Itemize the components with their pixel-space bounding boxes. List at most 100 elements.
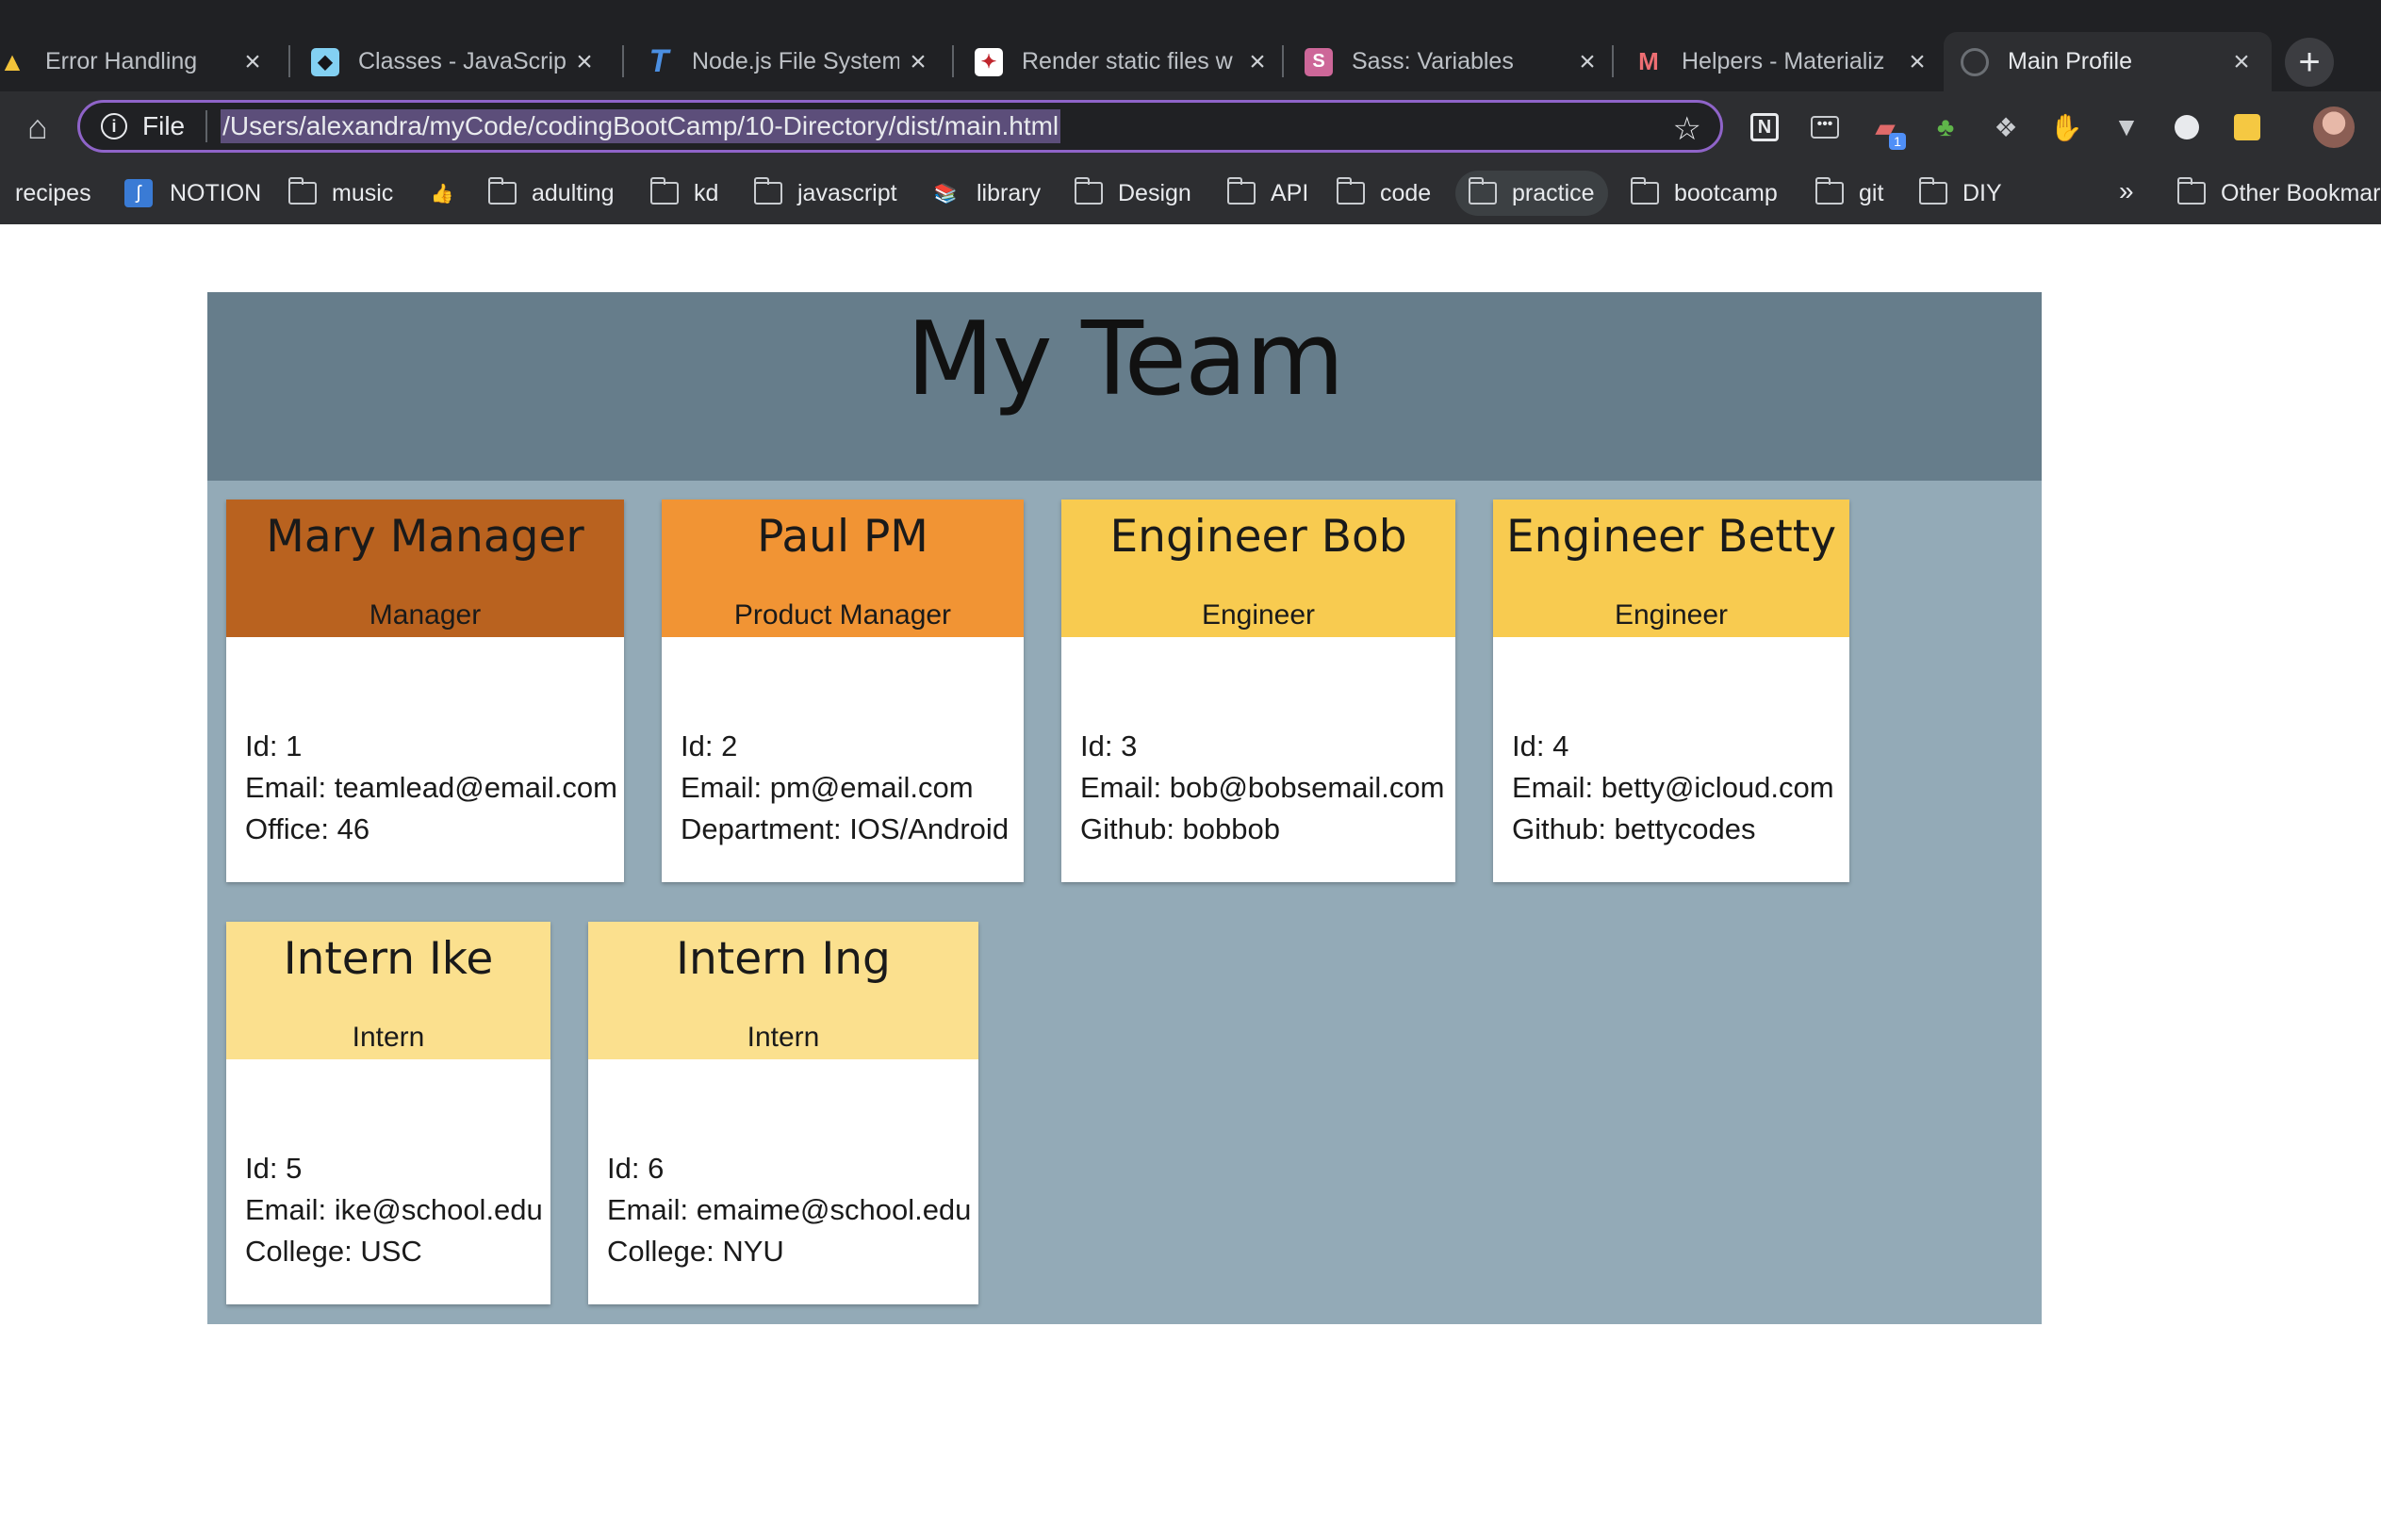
employee-role: Product Manager <box>733 599 952 631</box>
tab-label: Node.js File System <box>692 48 899 74</box>
sass-icon: S <box>1305 47 1333 76</box>
profile-avatar[interactable] <box>2313 106 2355 148</box>
employee-name: Engineer Betty <box>1505 511 1837 563</box>
card-details: Id: 3 Email: bob@bobsemail.com Github: b… <box>1080 726 1444 850</box>
bookmark-practice[interactable]: practice <box>1455 171 1608 216</box>
bookmark-code[interactable]: code <box>1336 171 1432 216</box>
notion-extension-icon[interactable]: N <box>1746 108 1783 146</box>
tab-sass-variables[interactable]: S Sass: Variables × <box>1288 32 1617 91</box>
bookmark-label: git <box>1859 179 1884 206</box>
employee-name: Intern Ike <box>283 933 494 985</box>
bookmark-label: code <box>1380 179 1432 206</box>
bookmark-adulting[interactable]: adulting <box>487 171 615 216</box>
info-icon[interactable]: i <box>101 113 127 139</box>
folder-icon <box>1918 177 1947 205</box>
employee-name: Paul PM <box>757 511 928 563</box>
tab-error-handling[interactable]: ▲ Error Handling × <box>0 32 283 91</box>
employee-email: Email: pm@email.com <box>681 771 974 804</box>
bookmark-label: recipes <box>15 179 91 206</box>
close-icon[interactable]: × <box>2223 46 2260 78</box>
bookmark-star-icon[interactable]: ☆ <box>1673 110 1701 148</box>
employee-card: Intern Ing Intern Id: 6 Email: emaime@sc… <box>588 922 978 1304</box>
close-icon[interactable]: × <box>1239 46 1276 78</box>
card-header: Engineer Betty Engineer <box>1493 500 1849 637</box>
home-icon[interactable]: ⌂ <box>19 108 57 146</box>
employee-email: Email: bob@bobsemail.com <box>1080 771 1445 804</box>
team-container: Mary Manager Manager Id: 1 Email: teamle… <box>207 481 2042 1324</box>
adblock-extension-icon[interactable]: ✋ <box>2047 108 2085 146</box>
card-details: Id: 6 Email: emaime@school.edu College: … <box>607 1148 971 1272</box>
express-icon: ✦ <box>975 47 1003 76</box>
bookmark-git[interactable]: git <box>1814 171 1884 216</box>
notes-extension-icon[interactable] <box>2228 108 2266 146</box>
funnel-extension-icon[interactable]: ▼ <box>2108 108 2145 146</box>
dropbox-extension-icon[interactable]: ❖ <box>1987 108 2025 146</box>
materialize-icon: M <box>1638 47 1659 75</box>
folder-icon <box>1336 177 1365 205</box>
bookmark-label: DIY <box>1962 179 2002 206</box>
employee-extra: Github: bobbob <box>1080 812 1281 845</box>
more-extension-icon[interactable]: ••• <box>1806 108 1844 146</box>
bookmark-label: bootcamp <box>1674 179 1778 206</box>
card-header: Mary Manager Manager <box>226 500 624 637</box>
bookmark-label: Other Bookmar <box>2221 179 2381 206</box>
circle-extension-icon[interactable] <box>2168 108 2206 146</box>
bookmark-other-bookmarks[interactable]: Other Bookmar <box>2176 171 2381 216</box>
bookmark-api[interactable]: API <box>1226 171 1308 216</box>
folder-icon <box>287 177 317 205</box>
bookmarks-overflow-chevron[interactable]: » <box>2119 176 2134 206</box>
employee-id: Id: 6 <box>607 1152 665 1185</box>
employee-role: Engineer <box>1201 599 1316 631</box>
address-bar[interactable]: i File /Users/alexandra/myCode/codingBoo… <box>77 100 1723 153</box>
evernote-extension-icon[interactable]: ♣ <box>1927 108 1964 146</box>
bookmark-bootcamp[interactable]: bootcamp <box>1630 171 1778 216</box>
tab-classes-javascript[interactable]: ◆ Classes - JavaScrip × <box>294 32 615 91</box>
close-icon[interactable]: × <box>1568 46 1606 78</box>
folder-icon <box>753 177 782 205</box>
employee-extra: Github: bettycodes <box>1512 812 1756 845</box>
bookmark-javascript[interactable]: javascript <box>753 171 897 216</box>
tab-label: Sass: Variables <box>1352 48 1514 74</box>
url-scheme: File <box>142 111 186 140</box>
tab-nodejs-file-system[interactable]: T Node.js File System × <box>628 32 948 91</box>
bookmark-thumbs-up[interactable]: 👍 <box>428 171 456 216</box>
tab-label: Main Profile <box>2008 48 2132 74</box>
tab-label: Helpers - Materializ <box>1682 48 1885 74</box>
bookmark-label: NOTION <box>170 179 262 206</box>
card-header: Intern Ike Intern <box>226 922 550 1059</box>
tab-render-static-files[interactable]: ✦ Render static files w × <box>958 32 1288 91</box>
notion-favicon-icon: ʃ <box>124 179 153 207</box>
card-details: Id: 5 Email: ike@school.edu College: USC <box>245 1148 543 1272</box>
card-details: Id: 2 Email: pm@email.com Department: IO… <box>681 726 1009 850</box>
bookmark-notion[interactable]: ʃ NOTION <box>124 171 261 216</box>
employee-card: Engineer Bob Engineer Id: 3 Email: bob@b… <box>1061 500 1455 882</box>
tab-helpers-materialize[interactable]: M Helpers - Materializ × <box>1617 32 1947 91</box>
employee-id: Id: 3 <box>1080 729 1138 762</box>
employee-id: Id: 1 <box>245 729 303 762</box>
page-title: My Team <box>906 301 1345 418</box>
bookmark-kd[interactable]: kd <box>649 171 718 216</box>
cast-extension-icon[interactable]: ▰ 1 <box>1866 108 1906 150</box>
employee-name: Engineer Bob <box>1109 511 1407 563</box>
thumbs-up-icon: 👍 <box>430 183 454 205</box>
close-icon[interactable]: × <box>234 46 271 78</box>
bookmark-library[interactable]: 📚 library <box>931 171 1042 216</box>
new-tab-button[interactable]: + <box>2285 38 2334 87</box>
card-header: Paul PM Product Manager <box>662 500 1024 637</box>
employee-email: Email: ike@school.edu <box>245 1193 543 1226</box>
folder-icon <box>2176 177 2206 205</box>
bookmark-diy[interactable]: DIY <box>1918 171 2002 216</box>
employee-role: Intern <box>352 1022 425 1053</box>
employee-card: Intern Ike Intern Id: 5 Email: ike@schoo… <box>226 922 550 1304</box>
tab-label: Render static files w <box>1022 48 1233 74</box>
bookmark-recipes[interactable]: recipes <box>15 171 91 216</box>
url-text[interactable]: /Users/alexandra/myCode/codingBootCamp/1… <box>221 109 1061 143</box>
close-icon[interactable]: × <box>566 46 603 78</box>
folder-icon <box>1814 177 1844 205</box>
bookmark-design[interactable]: Design <box>1074 171 1191 216</box>
close-icon[interactable]: × <box>1898 46 1936 78</box>
bookmark-music[interactable]: music <box>287 171 393 216</box>
tab-main-profile[interactable]: Main Profile × <box>1944 32 2272 91</box>
books-icon: 📚 <box>933 183 958 205</box>
close-icon[interactable]: × <box>899 46 937 78</box>
